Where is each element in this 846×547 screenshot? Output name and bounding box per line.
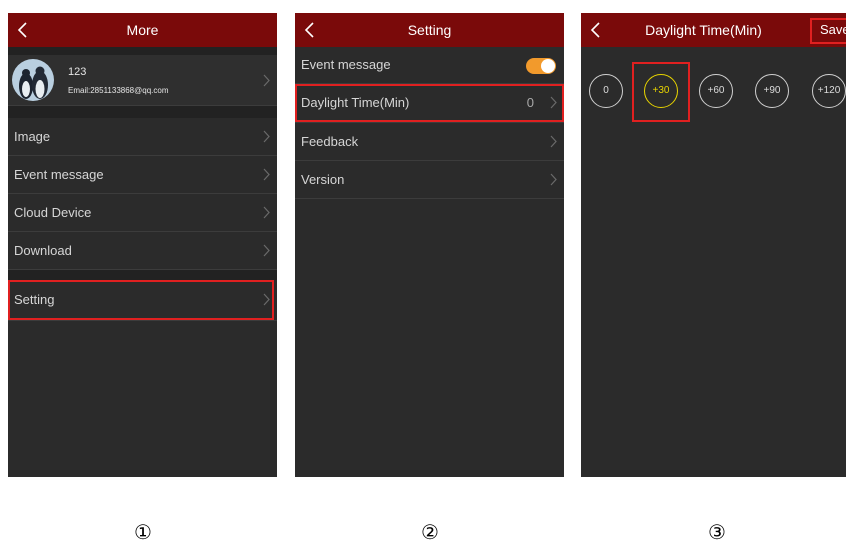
chevron-right-icon [261,74,271,87]
profile-row[interactable]: 123 Email:2851133868@qq.com [8,55,277,106]
option-0[interactable]: 0 [589,74,623,108]
toggle-knob [541,59,555,73]
spacer [8,47,277,55]
header-bar: More [8,13,277,47]
chevron-right-icon [261,130,271,143]
screen-daylight-time: Daylight Time(Min) Save 0 +30 +60 +90 +1… [581,13,846,477]
screen-setting: Setting Event message Daylight Time(Min)… [295,13,564,477]
profile-name: 123 [68,66,87,78]
highlight-box [295,84,564,122]
chevron-right-icon [548,173,558,186]
screen-more: More 123 Email:2851133868@qq.com Image E… [8,13,277,477]
step-number-1: ① [134,520,152,544]
setting-row-version[interactable]: Version [295,161,564,199]
setting-row-daylight-time[interactable]: Daylight Time(Min) 0 [295,84,564,123]
menu-item-cloud-device[interactable]: Cloud Device [8,194,277,232]
highlight-box [632,62,690,122]
setting-row-event-message[interactable]: Event message [295,47,564,84]
menu-item-event-message[interactable]: Event message [8,156,277,194]
header-bar: Setting [295,13,564,47]
option-plus-90[interactable]: +90 [755,74,789,108]
step-number-3: ③ [708,520,726,544]
event-message-toggle[interactable] [526,58,556,74]
step-number-2: ② [421,520,439,544]
profile-email: Email:2851133868@qq.com [68,86,169,95]
menu-item-download[interactable]: Download [8,232,277,270]
option-plus-120[interactable]: +120 [812,74,846,108]
menu-item-setting[interactable]: Setting [8,280,277,321]
menu-item-label: Cloud Device [14,205,92,220]
chevron-right-icon [548,135,558,148]
page-title: Setting [407,22,452,38]
menu-item-label: Download [14,243,72,258]
highlight-box [810,18,846,44]
page-title: More [126,22,159,38]
spacer [8,106,277,118]
menu-item-image[interactable]: Image [8,118,277,156]
chevron-right-icon [261,206,271,219]
spacer [8,270,277,280]
setting-row-feedback[interactable]: Feedback [295,123,564,161]
setting-label: Version [301,172,345,187]
setting-label: Feedback [301,134,359,149]
option-plus-60[interactable]: +60 [699,74,733,108]
page-title: Daylight Time(Min) [645,22,762,38]
highlight-box [8,280,274,320]
menu-item-label: Image [14,129,51,144]
avatar [12,59,54,101]
header-bar: Daylight Time(Min) Save [581,13,846,47]
setting-label: Event message [301,57,391,72]
chevron-right-icon [261,244,271,257]
menu-item-label: Event message [14,167,104,182]
chevron-right-icon [261,168,271,181]
